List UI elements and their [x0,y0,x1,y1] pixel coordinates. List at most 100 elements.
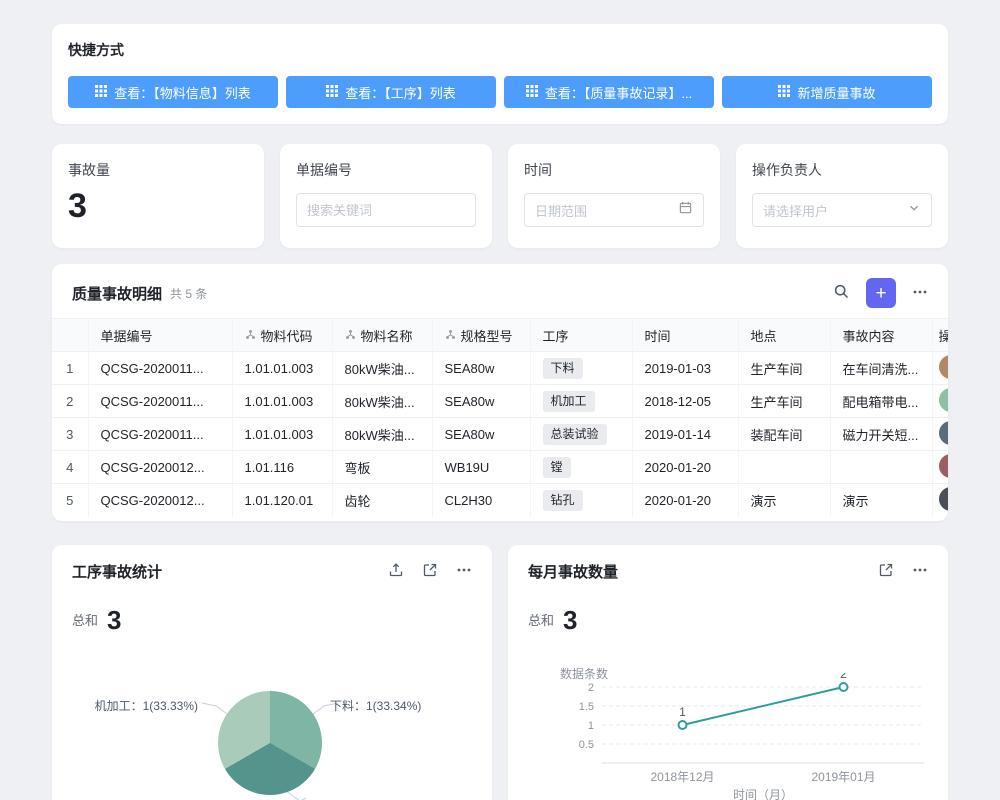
date-range-picker[interactable]: 日期范围 [524,193,704,227]
table-row-count: 共 5 条 [170,285,207,302]
export-icon [388,562,404,581]
time-label: 时间 [524,160,704,180]
pie-card-header: 工序事故统计 [72,561,472,582]
cell-time: 2019-01-14 [632,418,738,451]
line-card-actions [878,562,928,581]
pie-chart[interactable] [218,691,322,795]
cell-time: 2020-01-20 [632,451,738,484]
cell-content: 配电箱带电... [830,385,932,418]
cell-operator [932,484,948,517]
cell-doc-no: QCSG-2020012... [88,451,232,484]
cell-process: 机加工 [530,385,632,418]
grid-icon [326,85,338,100]
col-content: 事故内容 [830,319,932,352]
monthly-accidents-card: 每月事故数量 总和 3 数据条数 0.511.5212018年12月22019年… [508,545,948,800]
more-button[interactable] [456,562,472,581]
line-chart-svg[interactable]: 0.511.5212018年12月22019年01月时间（月） [524,673,934,800]
process-tag: 下料 [543,358,583,379]
shortcut-button-accident-record-list[interactable]: 查看：【质量事故记录】... [504,76,714,108]
col-spec: 规格型号 [432,319,530,352]
user-select[interactable]: 请选择用户 [752,193,932,227]
stat-value: 3 [68,188,248,225]
line-card-header: 每月事故数量 [528,561,928,582]
cell-mat-code: 1.01.120.01 [232,484,332,517]
col-process: 工序 [530,319,632,352]
cell-place: 生产车间 [738,352,830,385]
table-row[interactable]: 5 QCSG-2020012... 1.01.120.01 齿轮 CL2H30 … [52,484,948,517]
cell-doc-no: QCSG-2020011... [88,352,232,385]
cell-spec: SEA80w [432,352,530,385]
process-stats-card: 工序事故统计 总和 3 [52,545,492,800]
filter-card-time: 时间 日期范围 [508,144,720,248]
more-button[interactable] [912,284,928,303]
cell-place [738,451,830,484]
table-row[interactable]: 3 QCSG-2020011... 1.01.01.003 80kW柴油... … [52,418,948,451]
cell-spec: WB19U [432,451,530,484]
more-icon [912,284,928,303]
pie-chart-area: 机加工：1(33.33%) 下料：1(33.34%) 总装试验：1(33.33%… [52,685,492,800]
cell-process: 钻孔 [530,484,632,517]
shortcut-button-material-list[interactable]: 查看：【物料信息】列表 [68,76,278,108]
cell-place: 生产车间 [738,385,830,418]
cell-mat-code: 1.01.01.003 [232,418,332,451]
cell-mat-name: 齿轮 [332,484,432,517]
cell-time: 2020-01-20 [632,484,738,517]
col-mat-name: 物料名称 [332,319,432,352]
cell-operator [932,418,948,451]
cell-process: 下料 [530,352,632,385]
table-scroll-area[interactable]: 单据编号 物料代码 物料名称 规格型号 工序 时间 地点 事故内容 操作负责人 … [52,318,948,517]
cell-content: 演示 [830,484,932,517]
open-in-new-button[interactable] [422,562,438,581]
add-record-button[interactable]: + [866,278,896,308]
filter-card-operator: 操作负责人 请选择用户 [736,144,948,248]
more-button[interactable] [912,562,928,581]
svg-text:2019年01月: 2019年01月 [811,770,875,784]
avatar [939,421,949,445]
svg-text:1: 1 [679,705,686,719]
table-row[interactable]: 4 QCSG-2020012... 1.01.116 弯板 WB19U 镗 20… [52,451,948,484]
open-in-new-button[interactable] [878,562,894,581]
link-field-icon [245,328,256,343]
more-icon [912,562,928,581]
avatar [939,454,949,478]
search-button[interactable] [833,283,850,303]
svg-text:1: 1 [588,720,594,732]
avatar [939,355,949,379]
table-row[interactable]: 1 QCSG-2020011... 1.01.01.003 80kW柴油... … [52,352,948,385]
export-button[interactable] [388,562,404,581]
cell-mat-name: 弯板 [332,451,432,484]
col-index [52,319,88,352]
pie-label-machining: 机加工：1(33.33%) [52,697,198,714]
col-operator: 操作负责人 [932,319,948,352]
avatar [939,388,949,412]
col-doc-no: 单据编号 [88,319,232,352]
table-actions: + [833,278,928,308]
filter-row: 事故量 3 单据编号 时间 日期范围 操作负责人 请选择用户 [52,144,948,248]
cell-content [830,451,932,484]
pie-label-blanking: 下料：1(33.34%) [330,697,421,714]
cell-place: 演示 [738,484,830,517]
shortcut-button-new-accident[interactable]: 新增质量事故 [722,76,932,108]
cell-doc-no: QCSG-2020011... [88,385,232,418]
cell-doc-no: QCSG-2020011... [88,418,232,451]
line-chart-title: 每月事故数量 [528,561,618,582]
shortcut-button-label: 查看：【工序】列表 [345,83,456,102]
table-row[interactable]: 2 QCSG-2020011... 1.01.01.003 80kW柴油... … [52,385,948,418]
shortcut-button-label: 查看：【物料信息】列表 [114,83,251,102]
cell-mat-code: 1.01.01.003 [232,352,332,385]
avatar [939,487,949,511]
table-header-row: 单据编号 物料代码 物料名称 规格型号 工序 时间 地点 事故内容 操作负责人 [52,319,948,352]
svg-text:1.5: 1.5 [579,701,594,713]
cell-process: 镗 [530,451,632,484]
doc-no-search-input[interactable] [307,203,465,218]
cell-operator [932,385,948,418]
shortcut-button-process-list[interactable]: 查看：【工序】列表 [286,76,496,108]
col-mat-code: 物料代码 [232,319,332,352]
col-time: 时间 [632,319,738,352]
shortcut-button-label: 查看：【质量事故记录】... [545,83,692,102]
cell-doc-no: QCSG-2020012... [88,484,232,517]
process-tag: 机加工 [543,391,595,412]
svg-text:2: 2 [840,673,847,681]
dashboard-page: 快捷方式 查看：【物料信息】列表 查看：【工序】列表 查看：【质量事故记录】..… [0,0,1000,800]
doc-no-search-box[interactable] [296,193,476,227]
